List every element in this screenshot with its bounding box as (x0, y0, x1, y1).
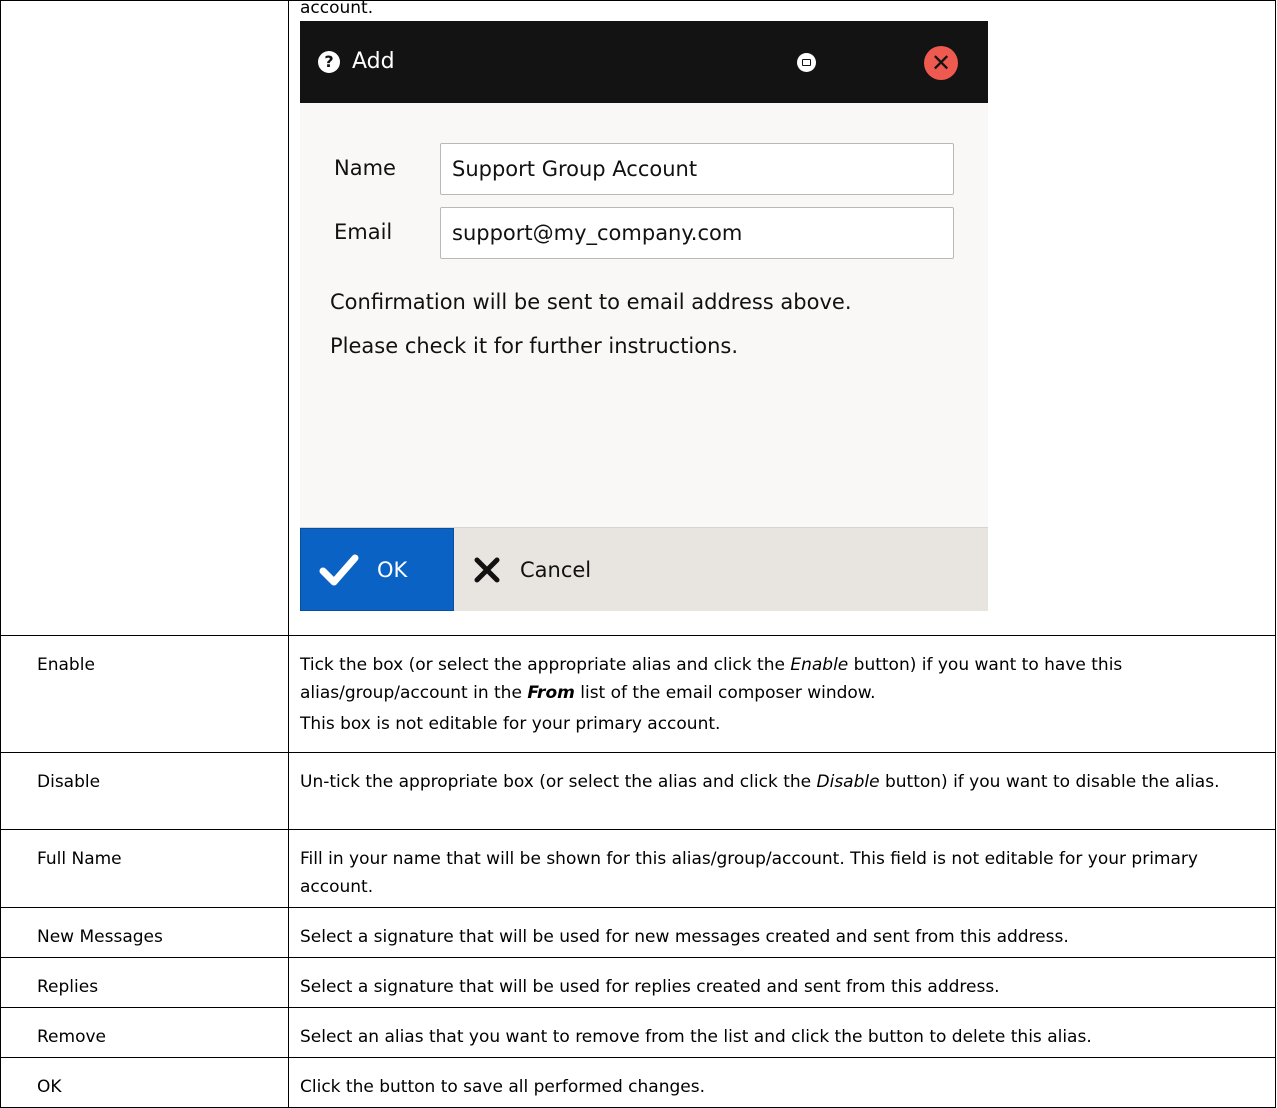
table-row-dialog: account. ? Add ✕ Name Support Group Acco… (0, 0, 1276, 636)
description-full-name: Fill in your name that will be shown for… (288, 829, 1276, 908)
name-field[interactable]: Support Group Account (440, 143, 954, 195)
from-emphasis: From (527, 683, 575, 703)
name-label: Name (334, 156, 396, 180)
cancel-button-label: Cancel (520, 557, 592, 582)
table-row: New Messages Select a signature that wil… (0, 907, 1276, 958)
ok-button-label: OK (377, 557, 408, 582)
text-run: Tick the box (or select the appropriate … (300, 655, 791, 675)
description-paragraph: Tick the box (or select the appropriate … (300, 651, 1255, 707)
cancel-button[interactable]: Cancel (454, 528, 694, 611)
dialog-body: Name Support Group Account Email support… (300, 103, 988, 531)
options-table: account. ? Add ✕ Name Support Group Acco… (0, 0, 1276, 1108)
term-new-messages: New Messages (0, 907, 289, 958)
email-label: Email (334, 220, 393, 244)
term-full-name: Full Name (0, 829, 289, 908)
disable-emphasis: Disable (816, 772, 880, 792)
confirmation-note: Confirmation will be sent to email addre… (330, 290, 852, 314)
table-row: Enable Tick the box (or select the appro… (0, 635, 1276, 753)
term-replies: Replies (0, 957, 289, 1008)
text-run: Un-tick the appropriate box (or select t… (300, 772, 817, 792)
dialog-title: Add (352, 49, 395, 74)
term-ok: OK (0, 1057, 289, 1108)
description-new-messages: Select a signature that will be used for… (288, 907, 1276, 958)
table-row: OK Click the button to save all performe… (0, 1057, 1276, 1108)
check-icon (319, 554, 359, 585)
ok-button[interactable]: OK (300, 528, 454, 611)
description-disable: Un-tick the appropriate box (or select t… (288, 752, 1276, 830)
description-enable: Tick the box (or select the appropriate … (288, 635, 1276, 753)
description-remove: Select an alias that you want to remove … (288, 1007, 1276, 1058)
term-cell-empty (0, 0, 289, 636)
term-disable: Disable (0, 752, 289, 830)
add-dialog: ? Add ✕ Name Support Group Account Email… (300, 21, 988, 611)
description-ok: Click the button to save all performed c… (288, 1057, 1276, 1108)
x-icon (474, 557, 500, 582)
description-replies: Select a signature that will be used for… (288, 957, 1276, 1008)
term-remove: Remove (0, 1007, 289, 1058)
table-row: Remove Select an alias that you want to … (0, 1007, 1276, 1058)
description-paragraph: Un-tick the appropriate box (or select t… (300, 768, 1255, 796)
term-enable: Enable (0, 635, 289, 753)
email-field[interactable]: support@my_company.com (440, 207, 954, 259)
text-run: list of the email composer window. (574, 683, 876, 703)
maximize-icon[interactable] (797, 53, 816, 72)
table-row: Full Name Fill in your name that will be… (0, 829, 1276, 908)
dialog-footer: OK Cancel (300, 527, 988, 611)
close-icon[interactable]: ✕ (924, 46, 958, 80)
help-icon[interactable]: ? (318, 51, 340, 73)
text-run: button) if you want to disable the alias… (879, 772, 1220, 792)
intro-text: account. (300, 0, 374, 18)
table-row: Disable Un-tick the appropriate box (or … (0, 752, 1276, 830)
table-row: Replies Select a signature that will be … (0, 957, 1276, 1008)
description-paragraph: This box is not editable for your primar… (300, 714, 721, 734)
instructions-note: Please check it for further instructions… (330, 334, 739, 358)
dialog-titlebar: ? Add ✕ (300, 21, 988, 103)
description-cell-dialog: account. ? Add ✕ Name Support Group Acco… (288, 0, 1276, 636)
enable-emphasis: Enable (790, 655, 849, 675)
